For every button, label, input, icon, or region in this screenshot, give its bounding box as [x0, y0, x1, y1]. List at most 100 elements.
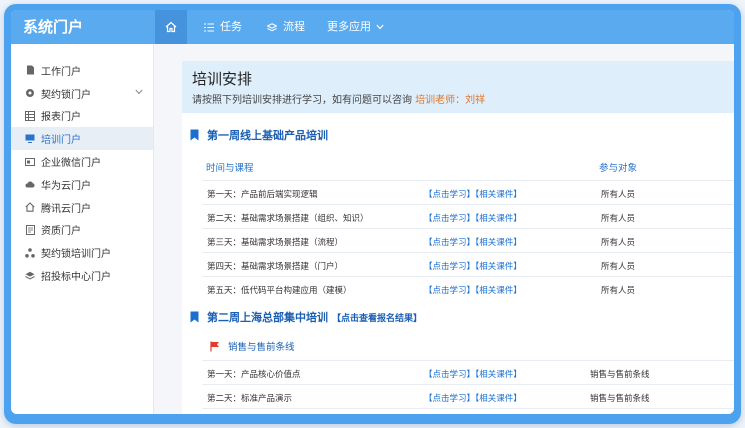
audience: 所有人员 [601, 262, 636, 272]
chevron-down-icon[interactable] [135, 89, 143, 95]
nav-more-apps[interactable]: 更多应用 [327, 10, 384, 44]
study-link[interactable]: 【点击学习】 [424, 262, 475, 272]
table-row: 第一天：产品核心价值点 【点击学习】【相关课件】 销售与售前条线 [202, 360, 734, 384]
sidebar-item-wecom[interactable]: 企业微信门户 [11, 150, 153, 173]
courseware-link[interactable]: 【相关课件】 [475, 286, 522, 296]
sidebar-item-label: 契约锁培训门户 [41, 249, 111, 261]
subsection-heading: 销售与售前条线 [210, 338, 295, 354]
course-day: 第四天：基础需求场景搭建（门户） [207, 262, 344, 272]
audience: 所有人员 [601, 214, 636, 224]
bookmark-icon [190, 311, 199, 323]
document-icon [25, 224, 35, 235]
document-icon [25, 65, 35, 75]
home-icon [165, 21, 177, 33]
main-panel: 培训安排 请按照下列培训安排进行学习，如有问题可以咨询 培训老师：刘祥 第一周线… [154, 44, 734, 414]
sidebar-item-label: 资质门户 [41, 226, 81, 238]
sidebar-item-work-portal[interactable]: 工作门户 [11, 59, 153, 82]
week1-heading: 第一周线上基础产品培训 [190, 125, 328, 145]
courseware-link[interactable]: 【相关课件】 [475, 214, 522, 224]
chevron-down-icon [376, 24, 384, 30]
sidebar-item-qualification[interactable]: 资质门户 [11, 219, 153, 242]
monitor-icon [25, 134, 35, 144]
app-window: 系统门户 任务 流程 更多应用 工作门户 契约锁门户 报表门户 培训门户 企业微… [11, 10, 734, 414]
course-day: 第二天：基础需求场景搭建（组织、知识） [207, 214, 369, 224]
nav-tasks[interactable]: 任务 [204, 10, 242, 44]
page-title: 培训安排 [192, 70, 253, 88]
audience: 销售与售前条线 [590, 370, 650, 380]
column-header-audience: 参与对象 [599, 163, 638, 174]
study-link[interactable]: 【点击学习】 [424, 286, 475, 296]
course-day: 第一天：产品前后端实现逻辑 [207, 190, 318, 200]
sidebar-item-label: 工作门户 [41, 66, 81, 78]
title-banner: 培训安排 请按照下列培训安排进行学习，如有问题可以咨询 培训老师：刘祥 [182, 61, 734, 113]
sidebar-item-reports[interactable]: 报表门户 [11, 105, 153, 128]
gear-icon [25, 88, 35, 98]
training-content: 培训安排 请按照下列培训安排进行学习，如有问题可以咨询 培训老师：刘祥 第一周线… [182, 61, 734, 414]
sidebar-item-label: 招投标中心门户 [41, 272, 111, 284]
audience: 所有人员 [601, 286, 636, 296]
nav-more-apps-label: 更多应用 [327, 20, 371, 33]
column-header-time: 时间与课程 [206, 163, 254, 174]
list-icon [204, 22, 214, 32]
courseware-link[interactable]: 【相关课件】 [475, 190, 522, 200]
nodes-icon [25, 247, 35, 258]
stack-icon [25, 271, 35, 281]
table-row: 第二天：基础需求场景搭建（组织、知识） 【点击学习】【相关课件】 所有人员 [202, 204, 734, 228]
bookmark-icon [190, 129, 199, 141]
table-row: 第二天：标准产品演示 【点击学习】【相关课件】 销售与售前条线 [202, 384, 734, 408]
week2-title: 第二周上海总部集中培训 [207, 311, 328, 324]
sidebar: 工作门户 契约锁门户 报表门户 培训门户 企业微信门户 华为云门户 腾讯云门户 … [11, 44, 154, 414]
notice-message: 请按照下列培训安排进行学习，如有问题可以咨询 [192, 95, 412, 106]
card-icon [25, 157, 35, 167]
nav-tasks-label: 任务 [220, 20, 242, 33]
study-link[interactable]: 【点击学习】 [424, 214, 475, 224]
top-navigation-bar: 系统门户 任务 流程 更多应用 [11, 10, 734, 44]
home-button[interactable] [155, 10, 187, 44]
courseware-link[interactable]: 【相关课件】 [475, 238, 522, 248]
sidebar-item-label: 培训门户 [41, 135, 81, 147]
courseware-link[interactable]: 【相关课件】 [475, 262, 522, 272]
table-row: 第四天：基础需求场景搭建（门户） 【点击学习】【相关课件】 所有人员 [202, 252, 734, 276]
sidebar-item-bidding-center[interactable]: 招投标中心门户 [11, 264, 153, 287]
study-link[interactable]: 【点击学习】 [424, 394, 475, 404]
table-row: 第一天：产品前后端实现逻辑 【点击学习】【相关课件】 所有人员 [202, 180, 734, 204]
study-link[interactable]: 【点击学习】 [424, 190, 475, 200]
layers-icon [267, 22, 277, 31]
window-frame: 系统门户 任务 流程 更多应用 工作门户 契约锁门户 报表门户 培训门户 企业微… [4, 4, 741, 424]
table-icon [25, 110, 35, 121]
course-day: 第二天：标准产品演示 [207, 394, 293, 404]
sidebar-item-contract-training[interactable]: 契约锁培训门户 [11, 241, 153, 264]
sidebar-item-training[interactable]: 培训门户 [11, 127, 153, 151]
courseware-link[interactable]: 【相关课件】 [475, 394, 522, 404]
subsection-title: 销售与售前条线 [228, 342, 295, 353]
courseware-link[interactable]: 【相关课件】 [475, 370, 522, 380]
sidebar-item-label: 华为云门户 [41, 180, 91, 192]
audience: 所有人员 [601, 238, 636, 248]
week2-heading: 第二周上海总部集中培训 【点击查看报名结果】 [190, 307, 422, 327]
table-row: 第五天：低代码平台构建应用（建模） 【点击学习】【相关课件】 所有人员 [202, 276, 734, 300]
course-day: 第一天：产品核心价值点 [207, 370, 301, 380]
notice-text: 请按照下列培训安排进行学习，如有问题可以咨询 培训老师：刘祥 [192, 91, 485, 106]
nav-process-label: 流程 [283, 20, 305, 33]
sidebar-item-label: 企业微信门户 [41, 158, 101, 170]
sidebar-item-label: 腾讯云门户 [41, 203, 91, 215]
nav-process[interactable]: 流程 [267, 10, 305, 44]
teacher-contact: 培训老师：刘祥 [415, 95, 486, 106]
sidebar-item-contract-lock[interactable]: 契约锁门户 [11, 82, 153, 105]
sidebar-item-tencent-cloud[interactable]: 腾讯云门户 [11, 196, 153, 219]
study-link[interactable]: 【点击学习】 [424, 370, 475, 380]
audience: 所有人员 [601, 190, 636, 200]
home-icon [25, 202, 35, 212]
sidebar-item-label: 契约锁门户 [41, 89, 91, 101]
sidebar-item-label: 报表门户 [41, 112, 81, 124]
cloud-icon [25, 179, 35, 189]
study-link[interactable]: 【点击学习】 [424, 238, 475, 248]
table-row: 第三天：基础需求场景搭建（流程） 【点击学习】【相关课件】 所有人员 [202, 228, 734, 252]
course-day: 第三天：基础需求场景搭建（流程） [207, 238, 344, 248]
app-title: 系统门户 [23, 18, 84, 36]
flag-icon [210, 341, 219, 351]
week1-title: 第一周线上基础产品培训 [207, 129, 328, 142]
sidebar-item-huawei-cloud[interactable]: 华为云门户 [11, 173, 153, 196]
table-row [202, 408, 734, 414]
report-results-link[interactable]: 【点击查看报名结果】 [332, 311, 422, 324]
